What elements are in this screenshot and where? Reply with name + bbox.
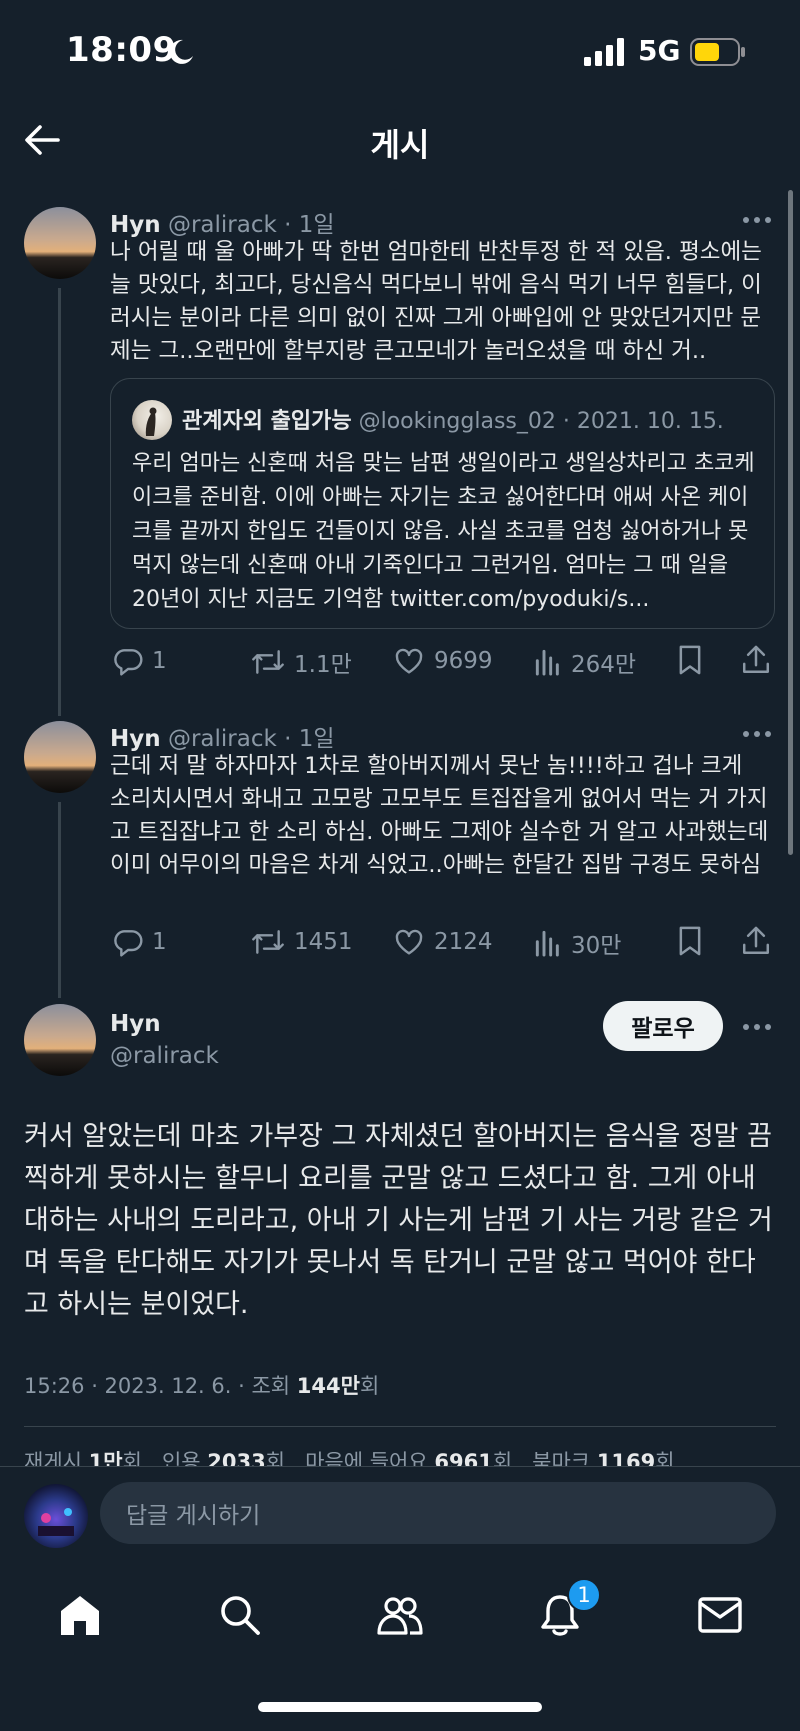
timestamp: 15:26 · 2023. 12. 6. · 조회 <box>24 1374 297 1398</box>
tweet-text: 나 어릴 때 울 아빠가 딱 한번 엄마한테 반찬투정 한 적 있음. 평소에는… <box>110 239 762 364</box>
retweet-button[interactable]: 1451 <box>250 926 353 958</box>
home-icon <box>61 1596 99 1635</box>
reply-button[interactable]: 1 <box>112 645 167 677</box>
tweet-text: 근데 저 말 하자마자 1차로 할아버지께서 못난 놈!!!!하고 겁나 크게 … <box>110 753 769 878</box>
quoted-avatar <box>132 400 172 440</box>
follow-button[interactable]: 팔로우 <box>603 1001 723 1051</box>
tweet-header: Hyn @ralirack · 1일 <box>110 205 335 239</box>
quoted-text: 우리 엄마는 신혼때 처음 맞는 남편 생일이라고 생일상차리고 초코케이크를 … <box>132 451 755 612</box>
tab-communities[interactable] <box>368 1585 432 1645</box>
view-suffix: 회 <box>359 1374 380 1398</box>
my-avatar[interactable] <box>24 1484 88 1548</box>
retweet-count: 1451 <box>294 929 353 955</box>
avatar[interactable] <box>24 1004 96 1076</box>
share-icon[interactable] <box>740 643 772 677</box>
reply-icon <box>114 930 143 957</box>
main-tweet-text: 커서 알았는데 마초 가부장 그 자체셨던 할아버지는 음식을 정말 끔찍하게 … <box>24 1121 773 1320</box>
network-label: 5G <box>638 34 681 67</box>
views-button[interactable]: 30만 <box>533 926 621 960</box>
more-icon[interactable] <box>742 728 772 740</box>
battery-icon <box>690 38 745 66</box>
tweet-header: Hyn @ralirack · 1일 <box>110 719 335 753</box>
view-count: 144만 <box>296 1374 360 1398</box>
tab-home[interactable] <box>48 1585 112 1645</box>
quoted-header: 관계자외 출입가능 @lookingglass_02 · 2021. 10. 1… <box>182 403 724 435</box>
views-button[interactable]: 264만 <box>533 645 636 679</box>
like-count: 2124 <box>434 929 493 955</box>
more-icon[interactable] <box>742 214 772 226</box>
like-count: 9699 <box>434 648 493 674</box>
share-icon[interactable] <box>740 924 772 958</box>
quoted-author-handle: @lookingglass_02 <box>358 409 556 434</box>
tab-search[interactable] <box>208 1585 272 1645</box>
like-icon <box>395 929 423 955</box>
views-count: 264만 <box>571 652 637 678</box>
home-indicator[interactable] <box>258 1702 542 1712</box>
retweet-icon <box>252 650 284 674</box>
views-icon <box>535 649 559 676</box>
tab-messages[interactable] <box>688 1585 752 1645</box>
quoted-author-name: 관계자외 출입가능 <box>182 409 352 434</box>
views-count: 30만 <box>571 933 622 959</box>
engagement-stats: 재게시 1만회 인용 2033회 마음에 들어요 6961회 북마크 1169회 <box>24 1446 675 1468</box>
views-icon <box>535 930 559 957</box>
reply-count: 1 <box>152 648 167 674</box>
reply-input[interactable]: 답글 게시하기 <box>100 1482 776 1544</box>
reply-button[interactable]: 1 <box>112 926 167 958</box>
bookmark-icon[interactable] <box>674 924 706 958</box>
divider <box>24 1426 776 1427</box>
avatar[interactable] <box>24 721 96 793</box>
messages-icon <box>698 1597 742 1633</box>
like-button[interactable]: 2124 <box>392 926 493 958</box>
like-icon <box>395 648 423 674</box>
search-icon <box>221 1596 260 1635</box>
retweet-icon <box>252 930 284 954</box>
retweet-count: 1.1만 <box>294 652 352 678</box>
thread-line <box>58 802 61 998</box>
signal-icon <box>584 38 624 66</box>
status-time: 18:09 <box>66 30 177 70</box>
bookmark-icon[interactable] <box>674 643 706 677</box>
retweet-button[interactable]: 1.1만 <box>250 645 352 679</box>
like-button[interactable]: 9699 <box>392 645 493 677</box>
avatar[interactable] <box>24 207 96 279</box>
author-name[interactable]: Hyn <box>110 1011 161 1037</box>
tweet-meta: 15:26 · 2023. 12. 6. · 조회 144만회 <box>24 1370 379 1400</box>
author-name[interactable]: Hyn <box>110 212 161 238</box>
quoted-date: · 2021. 10. 15. <box>562 409 724 434</box>
notification-badge: 1 <box>567 1578 601 1612</box>
scrollbar[interactable] <box>788 190 793 855</box>
author-handle[interactable]: @ralirack <box>110 1043 219 1069</box>
author-handle[interactable]: @ralirack <box>168 726 277 752</box>
moon-icon <box>169 39 193 64</box>
tweet-time: · 1일 <box>284 726 335 752</box>
reply-icon <box>114 649 143 676</box>
page-title: 게시 <box>370 126 430 164</box>
tweet-time: · 1일 <box>284 212 335 238</box>
communities-icon <box>377 1597 423 1635</box>
author-handle[interactable]: @ralirack <box>168 212 277 238</box>
more-icon[interactable] <box>742 1021 772 1033</box>
author-name[interactable]: Hyn <box>110 726 161 752</box>
reply-count: 1 <box>152 929 167 955</box>
